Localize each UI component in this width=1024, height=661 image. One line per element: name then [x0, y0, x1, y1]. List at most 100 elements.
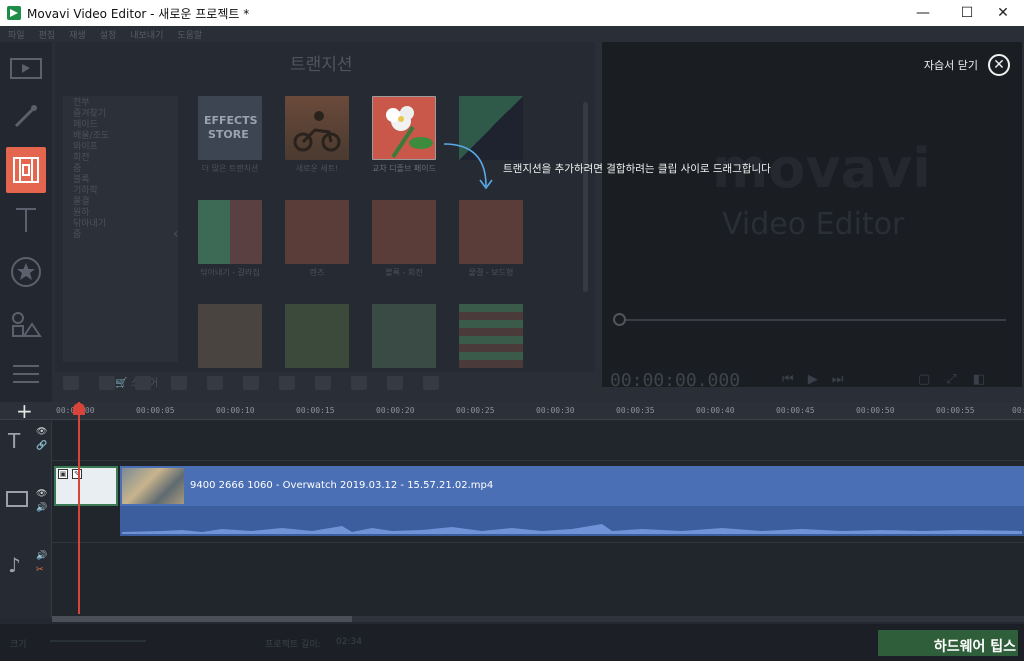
title-track[interactable]	[52, 421, 1024, 461]
clip-filename: 9400 2666 1060 - Overwatch 2019.03.12 - …	[190, 480, 494, 491]
category-item[interactable]: 물결	[73, 197, 168, 208]
category-item[interactable]: 줌	[73, 230, 168, 241]
next-frame-icon[interactable]: ⏭	[832, 372, 844, 387]
color-icon[interactable]	[279, 376, 295, 390]
minimize-button[interactable]: —	[900, 0, 946, 26]
menu-export[interactable]: 내보내기	[130, 28, 163, 41]
category-item[interactable]: 블록	[73, 175, 168, 186]
close-button[interactable]: ✕	[980, 0, 1024, 26]
ruler-tick: 00:00:35	[616, 406, 655, 415]
wipe-split-thumb[interactable]	[198, 200, 262, 264]
previous-frame-icon[interactable]: ⏮	[782, 372, 794, 387]
category-item[interactable]: 배율/조도	[73, 131, 168, 142]
menu-settings[interactable]: 설정	[100, 28, 117, 41]
menu-file[interactable]: 파일	[8, 28, 25, 41]
unlink-icon[interactable]: ✂	[36, 565, 44, 575]
transition-thumb[interactable]	[372, 304, 436, 368]
playhead-handle[interactable]	[73, 403, 85, 415]
ruler-tick: 00:01:00	[1012, 406, 1024, 415]
titles-tool[interactable]	[6, 200, 46, 240]
stickers-tool[interactable]	[6, 252, 46, 292]
fullscreen-icon[interactable]: ⤢	[946, 372, 956, 387]
text-t-icon	[16, 208, 36, 232]
add-track-icon[interactable]: +	[16, 399, 33, 423]
link-icon[interactable]: 🔗	[36, 441, 47, 451]
play-icon[interactable]: ▶	[808, 372, 818, 387]
snapshot-icon[interactable]: ▢	[918, 372, 930, 387]
save-icon[interactable]: ▣	[58, 469, 68, 479]
cross-dissolve-thumb[interactable]	[372, 96, 436, 160]
music-track[interactable]	[52, 543, 1024, 618]
more-tools[interactable]	[6, 354, 46, 394]
undo-icon[interactable]	[63, 376, 79, 390]
video-track-icon	[6, 491, 28, 507]
speaker-icon[interactable]: 🔊	[36, 551, 47, 561]
callouts-tool[interactable]	[6, 304, 46, 344]
delete-icon[interactable]	[135, 376, 151, 390]
transitions-panel: 트랜지션 전부 즐겨찾기 페이드 배율/조도 와이프 회전 줌 블록 기하학 물…	[55, 42, 595, 389]
category-item[interactable]: 기하학	[73, 186, 168, 197]
category-item[interactable]: 페이드	[73, 120, 168, 131]
cut-icon[interactable]	[171, 376, 187, 390]
transition-label: 블록 - 회전	[385, 268, 423, 277]
first-clip[interactable]: ▣ ✎	[54, 466, 118, 506]
preview-seekbar[interactable]	[620, 319, 1006, 321]
transition-label: 새로운 세트!	[295, 164, 339, 173]
speaker-icon[interactable]: 🔊	[36, 503, 47, 513]
seek-knob[interactable]	[613, 313, 626, 326]
category-item[interactable]: 즐겨찾기	[73, 109, 168, 120]
magic-wand-icon	[14, 105, 37, 128]
more-icon[interactable]	[423, 376, 439, 390]
category-item[interactable]: 줌	[73, 164, 168, 175]
zoom-slider[interactable]	[50, 640, 146, 642]
settings-icon[interactable]	[387, 376, 403, 390]
rotate-icon[interactable]	[207, 376, 223, 390]
category-item[interactable]: 원하	[73, 208, 168, 219]
transition-thumb[interactable]	[198, 304, 262, 368]
menu-help[interactable]: 도움말	[177, 28, 202, 41]
playhead[interactable]	[78, 402, 80, 614]
flower-image	[386, 106, 433, 159]
timeline-scrollbar[interactable]	[52, 616, 1024, 622]
visibility-eye-icon[interactable]: 👁	[36, 489, 47, 499]
menu-bar: 파일 편집 재생 설정 내보내기 도움말	[0, 26, 1024, 42]
menu-edit[interactable]: 편집	[39, 28, 56, 41]
audio-icon[interactable]	[351, 376, 367, 390]
redo-icon[interactable]	[99, 376, 115, 390]
close-tutorial-button[interactable]: 자습서 닫기 ✕	[924, 54, 1010, 76]
filters-tool[interactable]	[6, 96, 46, 136]
scrollbar-thumb[interactable]	[52, 616, 352, 622]
transition-label: 교차 디졸브 페이드	[372, 164, 436, 173]
visibility-eye-icon[interactable]: 👁	[36, 427, 47, 437]
duration-value: 02:34	[336, 637, 362, 647]
preview-logo-text: Video Editor	[722, 207, 905, 242]
volume-icon[interactable]: ◧	[973, 372, 985, 387]
watermark-text: 하드웨어 팁스	[933, 639, 1016, 655]
shapes-icon	[12, 312, 42, 337]
category-item[interactable]: 회전	[73, 153, 168, 164]
ruler-tick: 00:00:45	[776, 406, 815, 415]
effects-store-thumb[interactable]: EFFECTS STORE	[198, 96, 262, 160]
crop-icon[interactable]	[243, 376, 259, 390]
transition-thumb[interactable]	[285, 304, 349, 368]
wave-board-thumb[interactable]	[459, 200, 523, 264]
import-media-tool[interactable]	[6, 48, 46, 88]
menu-play[interactable]: 재생	[69, 28, 86, 41]
clip-properties-icon[interactable]	[315, 376, 331, 390]
category-item[interactable]: 와이프	[73, 142, 168, 153]
lens-thumb[interactable]	[285, 200, 349, 264]
timeline-ruler[interactable]: + 00:00:00 00:00:05 00:00:10 00:00:15 00…	[0, 399, 1024, 423]
panel-scrollbar[interactable]	[583, 102, 588, 292]
category-item[interactable]: 전부	[73, 98, 168, 109]
scroll-left-icon[interactable]: ‹	[173, 226, 179, 242]
transition-thumb[interactable]	[459, 304, 523, 368]
ruler-tick: 00:00:30	[536, 406, 575, 415]
title-track-head: T 👁 🔗	[0, 421, 52, 461]
block-rotate-thumb[interactable]	[372, 200, 436, 264]
title-bar: Movavi Video Editor - 새로운 프로젝트 * — ☐ ✕	[0, 0, 1024, 26]
category-item[interactable]: 닦아내기	[73, 219, 168, 230]
new-set-thumb[interactable]	[285, 96, 349, 160]
ruler-tick: 00:00:10	[216, 406, 255, 415]
transitions-tool[interactable]	[6, 147, 46, 193]
edit-icon[interactable]: ✎	[72, 469, 82, 479]
